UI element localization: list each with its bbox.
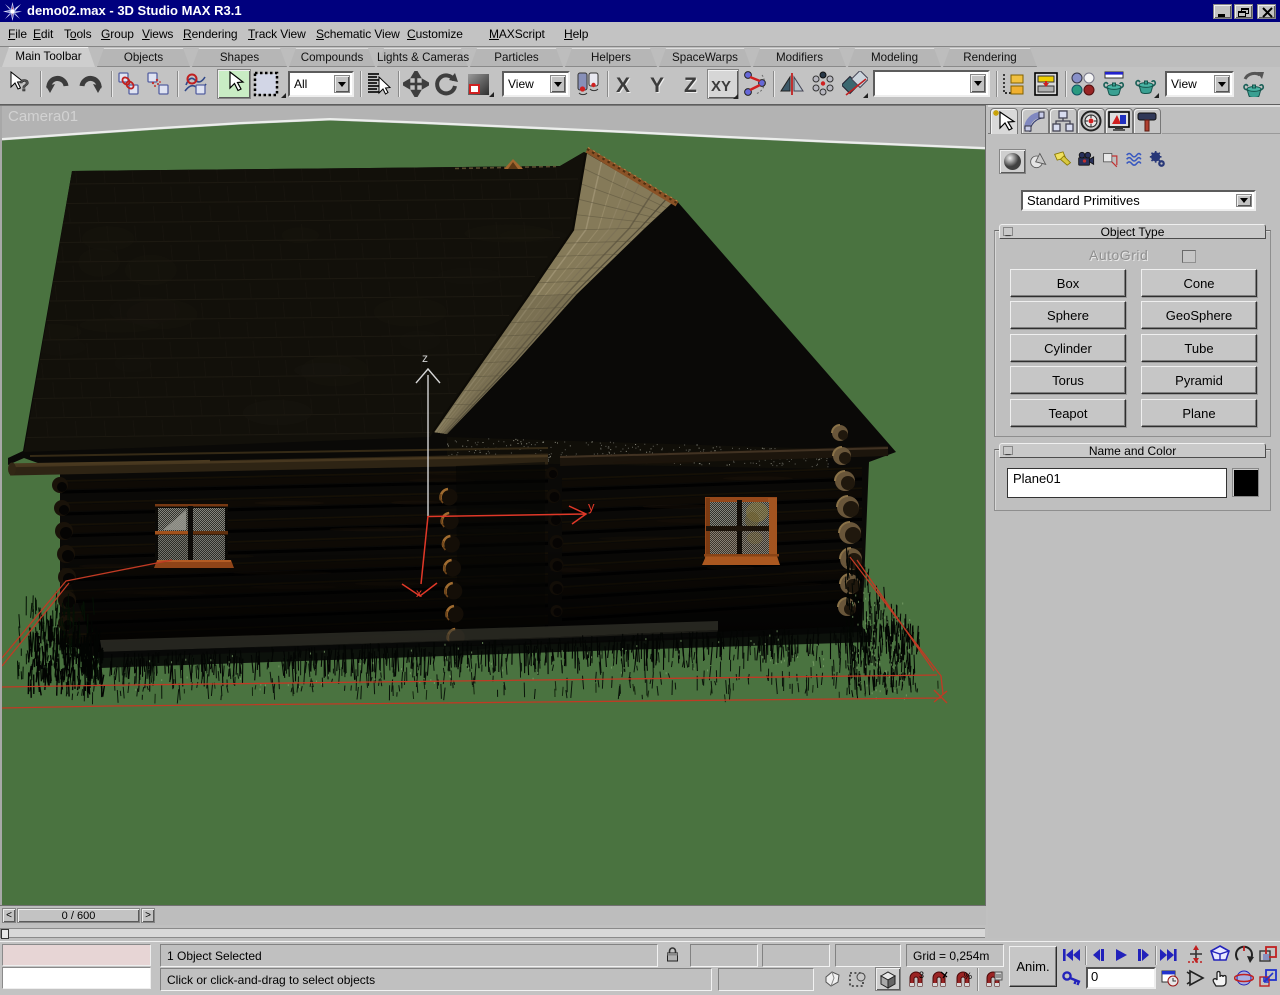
svg-text:x: x [416,586,422,600]
svg-text:3: 3 [919,970,924,980]
svg-text:z: z [422,351,428,365]
svg-text:XY: XY [711,78,731,95]
svg-text:y: y [588,499,595,514]
svg-text:Y: Y [650,74,664,97]
svg-text:Z: Z [684,74,697,97]
svg-text:?: ? [19,76,29,95]
svg-text:X: X [616,74,630,97]
svg-text:%: % [964,971,972,981]
svg-text:Camera01: Camera01 [8,108,78,125]
